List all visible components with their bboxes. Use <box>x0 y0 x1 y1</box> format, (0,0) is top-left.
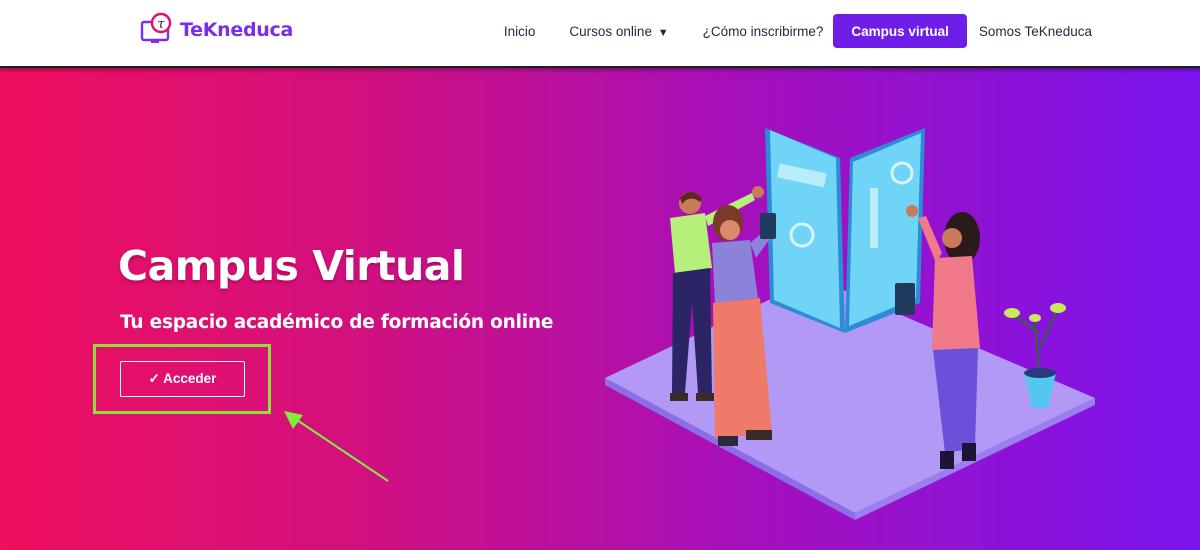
acceder-button[interactable]: ✓ Acceder <box>120 361 245 397</box>
brand-name: TeKneduca <box>180 19 293 41</box>
brand-logo[interactable]: τ TeKneduca <box>140 10 293 50</box>
site-header: τ TeKneduca Inicio Cursos online ▼ ¿Cómo… <box>0 0 1200 68</box>
chevron-down-icon: ▼ <box>657 26 669 39</box>
svg-text:τ: τ <box>157 17 165 32</box>
tekneduca-logo-icon: τ <box>140 12 176 48</box>
hero-subtitle: Tu espacio académico de formación online <box>120 312 554 333</box>
nav-item-somos-tekneduca[interactable]: Somos TeKneduca <box>979 24 1092 39</box>
nav-item-como-inscribirme[interactable]: ¿Cómo inscribirme? <box>703 24 824 39</box>
nav-item-label: Cursos online <box>569 23 652 39</box>
people-with-tablets-illustration <box>605 128 1095 520</box>
nav-item-inicio[interactable]: Inicio <box>504 24 536 39</box>
page-title: Campus Virtual <box>118 242 465 290</box>
main-nav: Inicio Cursos online ▼ ¿Cómo inscribirme… <box>504 14 1092 48</box>
campus-virtual-button[interactable]: Campus virtual <box>833 14 967 48</box>
pointer-arrow-icon <box>284 411 389 482</box>
nav-item-cursos-online[interactable]: Cursos online ▼ <box>569 24 668 39</box>
hero-section: Campus Virtual Tu espacio académico de f… <box>0 68 1200 550</box>
